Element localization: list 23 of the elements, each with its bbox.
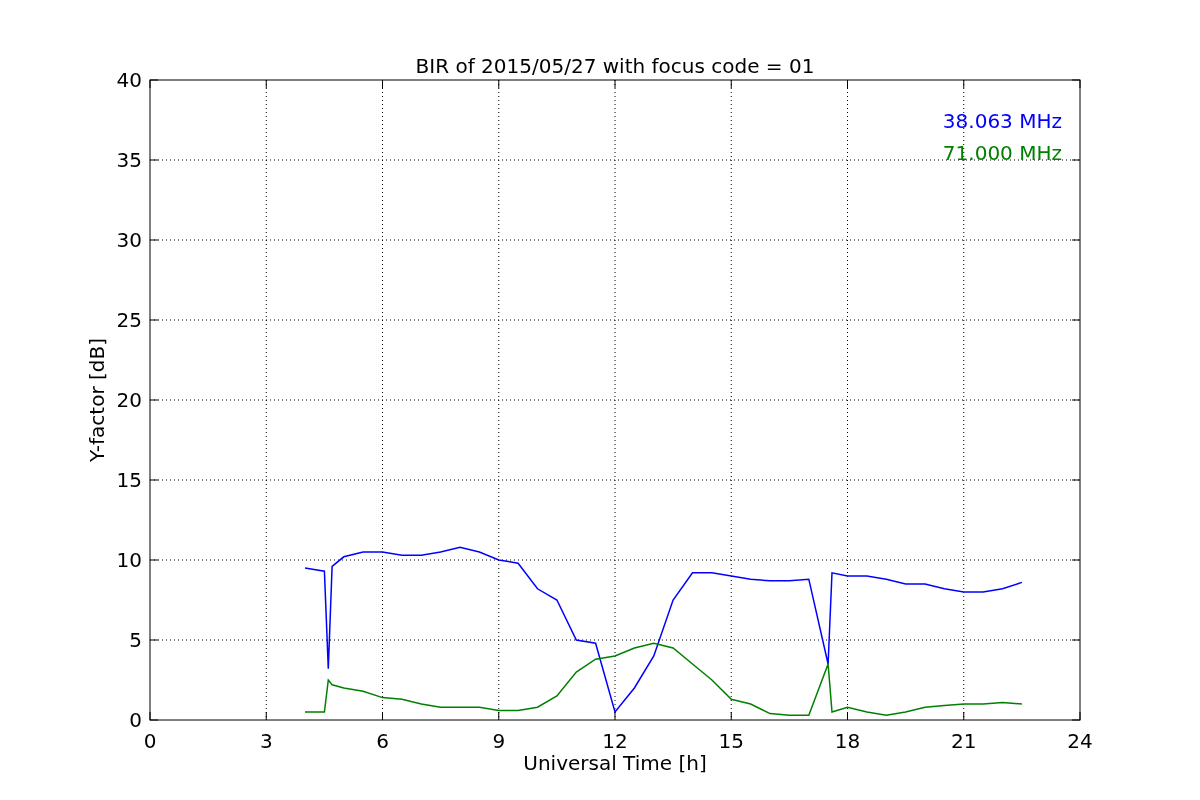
y-tick-label: 40 — [116, 68, 142, 92]
y-tick-label: 25 — [116, 308, 142, 332]
x-tick-label: 6 — [376, 729, 389, 753]
x-tick-label: 12 — [602, 729, 628, 753]
x-tick-label: 3 — [259, 729, 273, 753]
x-tick-label: 15 — [718, 729, 744, 753]
x-tick-label: 0 — [143, 729, 157, 753]
legend-label: 71.000 MHz — [942, 141, 1062, 165]
chart-title: BIR of 2015/05/27 with focus code = 01 — [415, 54, 815, 78]
y-tick-label: 35 — [116, 148, 142, 172]
x-tick-label: 21 — [951, 729, 977, 753]
x-axis-label: Universal Time [h] — [523, 751, 707, 775]
y-tick-label: 15 — [116, 468, 142, 492]
y-axis-label: Y-factor [dB] — [85, 338, 109, 462]
y-tick-label: 10 — [116, 548, 142, 572]
y-tick-label: 0 — [129, 708, 142, 732]
y-tick-label: 20 — [116, 388, 142, 412]
y-tick-label: 5 — [129, 628, 142, 652]
x-tick-label: 9 — [492, 729, 506, 753]
y-tick-label: 30 — [116, 228, 142, 252]
x-tick-label: 18 — [834, 729, 861, 753]
x-tick-label: 24 — [1067, 729, 1093, 753]
legend-label: 38.063 MHz — [942, 109, 1062, 133]
